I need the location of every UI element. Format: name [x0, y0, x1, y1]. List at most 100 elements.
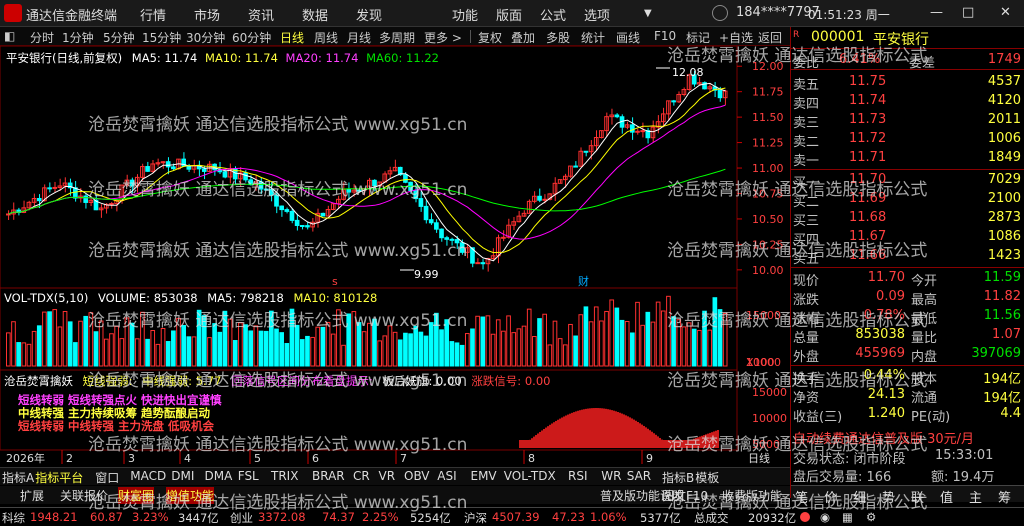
- button-biaoji[interactable]: 标记: [686, 29, 710, 46]
- tab-1min[interactable]: 1分钟: [62, 29, 94, 46]
- sell-row[interactable]: 卖二 11.72 1006: [791, 130, 1024, 150]
- menu-shuju[interactable]: 数据: [302, 5, 328, 24]
- extension-tab[interactable]: 关联报价: [60, 487, 108, 504]
- button-tongji[interactable]: 统计: [581, 29, 605, 46]
- volume-bar: [640, 324, 645, 367]
- tab-60min[interactable]: 60分钟: [232, 29, 271, 46]
- menu-hangqing[interactable]: 行情: [140, 5, 166, 24]
- right-tab[interactable]: 筹: [998, 487, 1011, 506]
- extension-tab[interactable]: 增值功能: [166, 487, 215, 504]
- tab-zhouxian[interactable]: 周线: [314, 29, 338, 46]
- buy-row[interactable]: 买一 11.70 7029: [791, 171, 1024, 191]
- candle-body: [459, 242, 465, 253]
- right-tab[interactable]: 值: [940, 487, 953, 506]
- sell-row[interactable]: 卖一 11.71 1849: [791, 149, 1024, 169]
- menu-xuanxiang[interactable]: 选项: [584, 5, 610, 24]
- indicator-tab[interactable]: BRAR: [312, 469, 345, 486]
- indicator-tab[interactable]: VR: [379, 469, 396, 486]
- settings-icon[interactable]: ⚙: [866, 510, 876, 524]
- button-fanhui[interactable]: 返回: [758, 29, 782, 46]
- buy-row[interactable]: 买三 11.68 2873: [791, 209, 1024, 229]
- button-huaxian[interactable]: 画线: [616, 29, 640, 46]
- right-tab[interactable]: 联: [911, 487, 924, 506]
- right-tab[interactable]: 价: [824, 487, 837, 506]
- right-tab[interactable]: 细: [853, 487, 866, 506]
- sell-price: 11.75: [849, 74, 887, 89]
- chart-icon[interactable]: ▦: [842, 510, 853, 524]
- indicator-tab[interactable]: SAR: [627, 469, 651, 486]
- extension-tab[interactable]: 财富圈: [118, 487, 155, 504]
- volume-bar: [336, 309, 341, 367]
- tab-yuexian[interactable]: 月线: [347, 29, 371, 46]
- menu-shichang[interactable]: 市场: [194, 5, 220, 24]
- tab-rixian[interactable]: 日线: [280, 29, 304, 46]
- user-icon[interactable]: [712, 5, 728, 21]
- menu-gongneng[interactable]: 功能: [452, 5, 478, 24]
- menu-gongshi[interactable]: 公式: [540, 5, 566, 24]
- month-label: 2: [66, 452, 73, 464]
- tab-15min[interactable]: 15分钟: [142, 29, 181, 46]
- volume-bar: [310, 336, 315, 367]
- sell-row[interactable]: 卖三 11.73 2011: [791, 111, 1024, 131]
- vol-ma10: MA10: 810128: [293, 291, 378, 305]
- volume-bar: [325, 321, 331, 367]
- menu-zixun[interactable]: 资讯: [248, 5, 274, 24]
- right-tab[interactable]: 笔: [795, 487, 808, 506]
- indicator-tab[interactable]: 模板: [695, 469, 719, 486]
- alert-dot-icon[interactable]: [800, 512, 810, 522]
- indicator-tab[interactable]: OBV: [404, 469, 430, 486]
- indicator-tab[interactable]: MACD: [130, 469, 166, 486]
- indicator-tab[interactable]: 指标平台: [35, 469, 83, 486]
- indicator-tab[interactable]: WR: [601, 469, 621, 486]
- extension-tab[interactable]: 收费版功能: [722, 487, 782, 504]
- tab-gengduo[interactable]: 更多 >: [424, 29, 462, 46]
- extension-tab[interactable]: 图文F10: [662, 487, 708, 504]
- button-diejia[interactable]: 叠加: [511, 29, 535, 46]
- promo-text[interactable]: 自动续费通达信普及版 30元/月: [793, 428, 974, 447]
- indicator-tab[interactable]: 指标A: [2, 469, 34, 486]
- indicator-tab[interactable]: CR: [353, 469, 370, 486]
- minimize-button[interactable]: —: [930, 5, 943, 20]
- main-legend: 平安银行(日线,前复权) MA5: 11.74 MA10: 11.74 MA20…: [6, 50, 439, 66]
- buy-row[interactable]: 买四 11.67 1086: [791, 228, 1024, 248]
- button-f10[interactable]: F10: [654, 29, 676, 43]
- tab-duozhouqi[interactable]: 多周期: [379, 29, 415, 46]
- indicator-tab[interactable]: FSL: [238, 469, 259, 486]
- tab-fenshi[interactable]: 分时: [30, 29, 54, 46]
- tab-30min[interactable]: 30分钟: [186, 29, 225, 46]
- button-zixuan[interactable]: +自选: [719, 29, 753, 46]
- indicator-tab[interactable]: DMA: [205, 469, 233, 486]
- tab-5min[interactable]: 5分钟: [103, 29, 135, 46]
- sell-row[interactable]: 卖四 11.74 4120: [791, 92, 1024, 112]
- indicator-tab[interactable]: VOL-TDX: [504, 469, 556, 486]
- volume-bar: [222, 310, 228, 367]
- promo-row[interactable]: 自动续费通达信普及版 30元/月: [791, 427, 1024, 447]
- close-button[interactable]: ✕: [1000, 5, 1011, 20]
- rss-icon[interactable]: ◉: [820, 510, 830, 524]
- buy-row[interactable]: 买五 11.66 1423: [791, 247, 1024, 267]
- indicator-tab[interactable]: DMI: [171, 469, 194, 486]
- right-tab[interactable]: 主: [969, 487, 982, 506]
- indicator-tab[interactable]: TRIX: [271, 469, 298, 486]
- price-tick-label: 11.75: [752, 86, 784, 99]
- right-tab[interactable]: 势: [882, 487, 895, 506]
- menu-faxian[interactable]: 发现: [356, 5, 382, 24]
- menu-banmian[interactable]: 版面: [496, 5, 522, 24]
- sell-row[interactable]: 卖五 11.75 4537: [791, 73, 1024, 93]
- period-toolbar: ◧ 分时 1分钟 5分钟 15分钟 30分钟 60分钟 日线 周线 月线 多周期…: [0, 27, 790, 46]
- indicator-tab[interactable]: 指标B: [662, 469, 694, 486]
- volume-bar: [475, 315, 480, 367]
- indicator-tab[interactable]: RSI: [568, 469, 588, 486]
- indicator-tab[interactable]: ASI: [437, 469, 456, 486]
- stat-value: 0.09: [876, 289, 905, 304]
- button-duogu[interactable]: 多股: [546, 29, 570, 46]
- indicator-tab[interactable]: 窗口: [95, 469, 119, 486]
- extension-tab[interactable]: 扩展: [20, 487, 44, 504]
- buy-row[interactable]: 买二 11.69 2100: [791, 190, 1024, 210]
- button-fuquan[interactable]: 复权: [478, 29, 502, 46]
- toolbar-split-icon[interactable]: ◧: [4, 29, 15, 43]
- indicator-tab[interactable]: EMV: [471, 469, 497, 486]
- indicator-d: 板后妖旗: 0.00: [382, 374, 462, 388]
- maximize-button[interactable]: □: [962, 5, 974, 20]
- dropdown-icon[interactable]: ▼: [644, 8, 652, 19]
